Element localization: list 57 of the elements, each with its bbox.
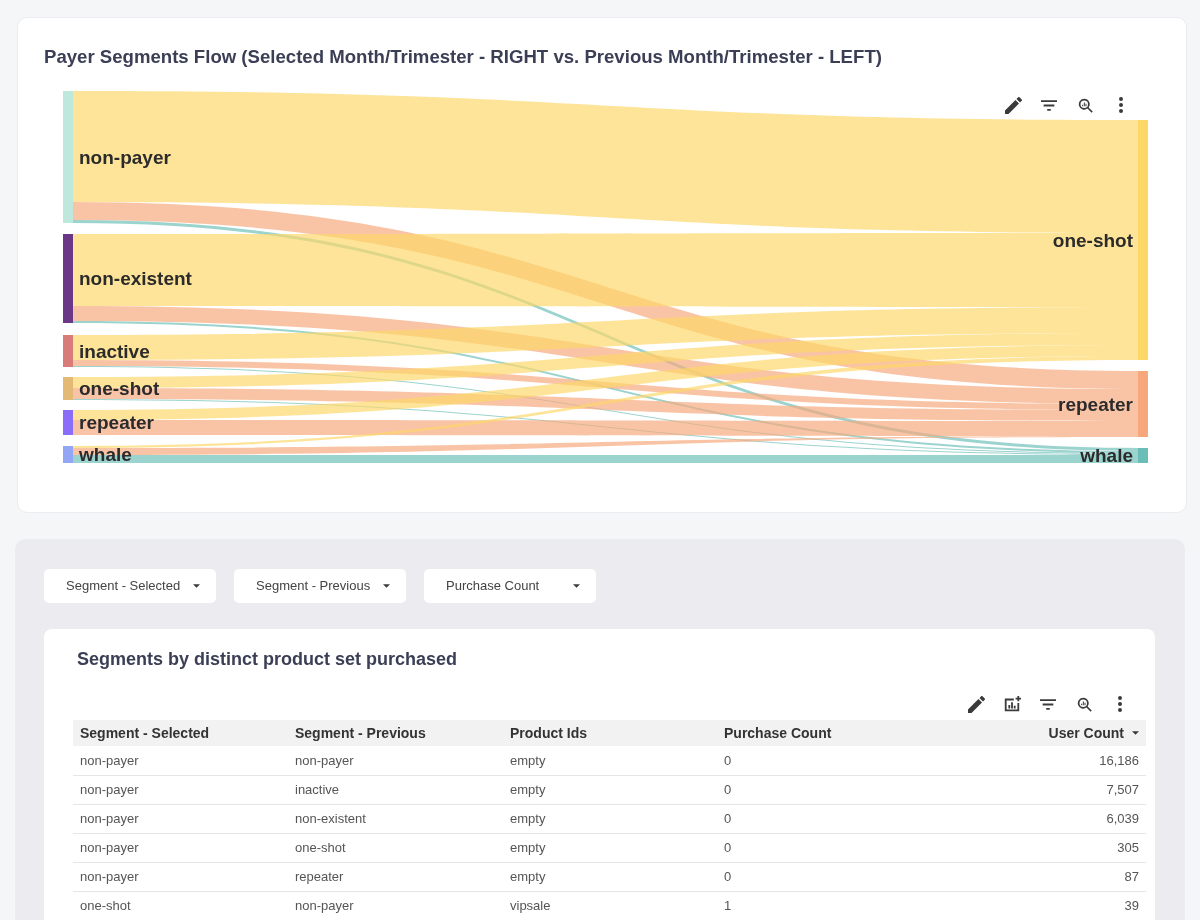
caret-icon	[573, 584, 580, 588]
table-cell: empty	[510, 781, 546, 797]
node-label: one-shot	[79, 378, 160, 399]
magnifier-icon[interactable]	[1076, 696, 1092, 712]
table-cell: non-payer	[295, 752, 354, 768]
table-cell: empty	[510, 868, 546, 884]
node-label: whale	[1080, 445, 1133, 466]
table-title: Segments by distinct product set purchased	[76, 648, 459, 670]
table-cell: 0	[724, 752, 732, 768]
table-cell: 0	[724, 781, 732, 797]
node-label: repeater	[1058, 393, 1133, 415]
sort-caret-icon[interactable]	[1132, 731, 1139, 735]
filter-dropdown[interactable]: Segment - Previous	[234, 569, 406, 603]
node-label: one-shot	[1052, 229, 1133, 251]
table-cell: non-payer	[80, 810, 139, 826]
node-label: non-existent	[79, 268, 192, 289]
table-cell: 6,039	[1106, 810, 1139, 826]
table-cell: 1	[724, 897, 732, 913]
table-cell: non-payer	[80, 752, 139, 768]
table-cell: inactive	[295, 781, 340, 797]
table-cell: non-payer	[80, 839, 139, 855]
node-label: non-payer	[79, 146, 171, 168]
table-cell: 305	[1117, 839, 1139, 855]
caret-icon	[193, 584, 200, 588]
chart-title: Payer Segments Flow (Selected Month/Trimester - RIGHT vs. Previous Month/Trimester - LEFT)	[44, 46, 883, 68]
table-cell: empty	[510, 839, 546, 855]
filter-icon[interactable]	[1040, 698, 1056, 710]
node-label: inactive	[79, 340, 150, 362]
filter-dropdown[interactable]: Purchase Count	[424, 569, 596, 603]
table-cell: repeater	[295, 868, 344, 884]
table-cell: non-payer	[80, 781, 139, 797]
caret-icon	[383, 584, 390, 588]
table-cell: 87	[1124, 868, 1139, 884]
table-cell: 16,186	[1099, 752, 1139, 768]
table-cell: non-payer	[80, 868, 139, 884]
table-cell: empty	[510, 752, 546, 768]
magnifier-icon[interactable]	[1077, 97, 1093, 113]
node-label: repeater	[79, 412, 154, 433]
table-cell: empty	[510, 810, 546, 826]
table-cell: 39	[1124, 897, 1139, 913]
table-cell: 0	[724, 810, 732, 826]
table-cell: 0	[724, 868, 732, 884]
more-icon[interactable]	[1118, 696, 1122, 712]
node-label: whale	[79, 444, 132, 465]
table-cell: 7,507	[1106, 781, 1139, 797]
filter-dropdown[interactable]: Segment - Selected	[44, 569, 216, 603]
chart-plus-icon[interactable]	[1003, 695, 1021, 713]
table-cell: non-payer	[295, 897, 354, 913]
more-icon[interactable]	[1119, 97, 1123, 113]
pencil-icon[interactable]	[967, 695, 985, 713]
table-cell: 0	[724, 839, 732, 855]
filter-icon[interactable]	[1041, 99, 1057, 111]
table-cell: one-shot	[80, 897, 131, 913]
table-cell: vipsale	[510, 897, 551, 913]
table-cell: non-existent	[295, 810, 366, 826]
pencil-icon[interactable]	[1004, 96, 1022, 114]
table-cell: one-shot	[295, 839, 346, 855]
